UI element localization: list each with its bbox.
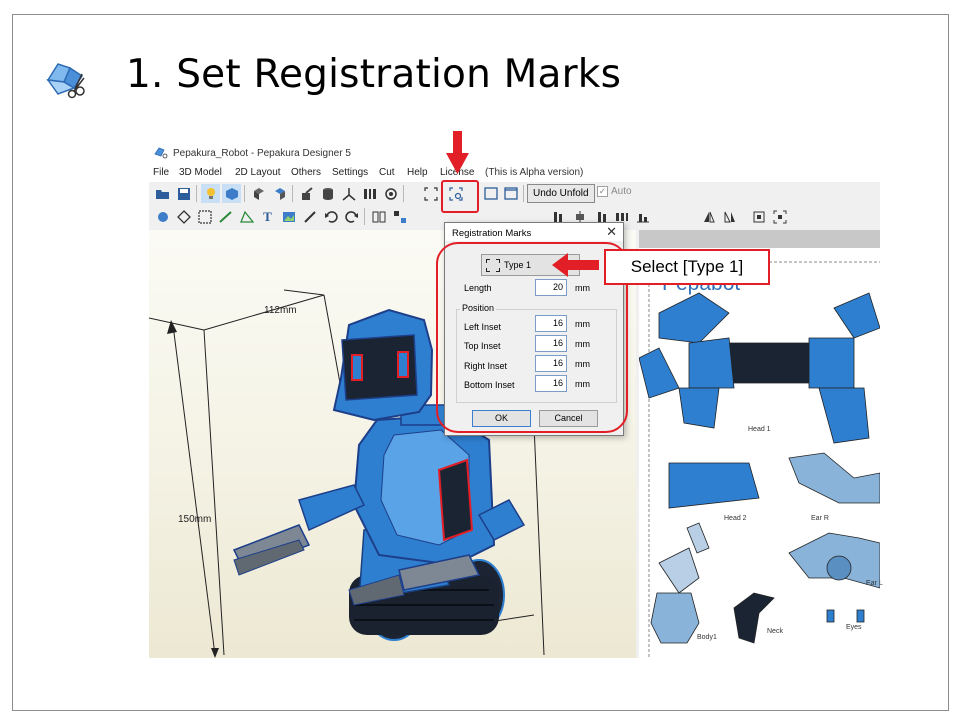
toolbar-separator <box>292 185 293 202</box>
undo-unfold-button[interactable]: Undo Unfold <box>527 184 595 203</box>
part-label-neck: Neck <box>767 628 783 635</box>
pepakura-logo-icon <box>46 63 85 99</box>
part-label-eyes: Eyes <box>846 624 862 631</box>
dialog-title: Registration Marks <box>452 228 532 239</box>
menu-others[interactable]: Others <box>291 167 321 178</box>
auto-checkbox[interactable]: ✓ Auto <box>597 186 632 197</box>
down-arrow-icon <box>446 131 469 174</box>
menu-cut[interactable]: Cut <box>379 167 395 178</box>
save-icon[interactable] <box>174 184 193 203</box>
menu-bar: File 3D Model 2D Layout Others Settings … <box>149 165 880 182</box>
unfold-icon[interactable] <box>369 207 388 226</box>
menu-3d-model[interactable]: 3D Model <box>179 167 222 178</box>
callout-box: Select [Type 1] <box>604 249 770 285</box>
fold-line-icon[interactable] <box>216 207 235 226</box>
open-icon[interactable] <box>153 184 172 203</box>
toolbar-separator <box>244 185 245 202</box>
toolbar-highlight <box>441 180 479 213</box>
left-arrow-icon <box>552 253 599 277</box>
close-icon[interactable]: ✕ <box>606 224 617 240</box>
menu-settings[interactable]: Settings <box>332 167 368 178</box>
part-label-head2: Head 2 <box>724 515 747 522</box>
part-label-ear-r: Ear R <box>811 515 829 522</box>
edge-icon[interactable] <box>360 184 379 203</box>
brush-icon[interactable] <box>297 184 316 203</box>
join-tool-icon[interactable] <box>195 207 214 226</box>
image-tool-icon[interactable] <box>279 207 298 226</box>
text-tool-icon[interactable]: T <box>258 207 277 226</box>
toolbar-separator <box>364 208 365 225</box>
arrange-icon[interactable] <box>390 207 409 226</box>
window-icon[interactable] <box>481 184 500 203</box>
fold-valley-icon[interactable] <box>720 207 739 226</box>
part-label-head1: Head 1 <box>748 426 771 433</box>
pen-icon[interactable] <box>300 207 319 226</box>
auto-label: Auto <box>611 186 632 197</box>
light-icon[interactable] <box>201 184 220 203</box>
flap-icon[interactable] <box>237 207 256 226</box>
unfolded-parts <box>639 261 880 658</box>
2d-view[interactable] <box>639 248 880 658</box>
fold-mountain-icon[interactable] <box>699 207 718 226</box>
redo-icon[interactable] <box>342 207 361 226</box>
check-icon: ✓ <box>597 186 608 197</box>
move-tool-icon[interactable] <box>174 207 193 226</box>
window-titlebar: Pepakura_Robot - Pepakura Designer 5 <box>149 139 880 165</box>
menu-file[interactable]: File <box>153 167 169 178</box>
zoom-page-icon[interactable] <box>770 207 789 226</box>
frame-icon[interactable] <box>421 184 440 203</box>
toolbar-separator <box>403 185 404 202</box>
width-dimension-label: 112mm <box>264 305 297 316</box>
part-label-ear-l: Ear L <box>866 580 883 587</box>
app-icon <box>154 147 168 159</box>
part-label-body1: Body1 <box>697 634 717 641</box>
rotate-icon[interactable] <box>249 184 268 203</box>
window-full-icon[interactable] <box>501 184 520 203</box>
height-dimension-label: 150mm <box>178 514 212 525</box>
view-icon[interactable] <box>381 184 400 203</box>
alpha-note: (This is Alpha version) <box>485 167 584 178</box>
menu-2d-layout[interactable]: 2D Layout <box>235 167 281 178</box>
select-tool-icon[interactable] <box>153 207 172 226</box>
cylinder-icon[interactable] <box>318 184 337 203</box>
menu-help[interactable]: Help <box>407 167 428 178</box>
toolbar-separator <box>523 185 524 202</box>
texture-icon[interactable] <box>222 184 241 203</box>
undo-icon[interactable] <box>321 207 340 226</box>
window-title: Pepakura_Robot - Pepakura Designer 5 <box>173 148 351 159</box>
flip-icon[interactable] <box>270 184 289 203</box>
toolbar-separator <box>196 185 197 202</box>
slide-title: 1. Set Registration Marks <box>126 52 622 97</box>
zoom-fit-icon[interactable] <box>749 207 768 226</box>
toolbar-main: Undo Unfold ✓ Auto <box>149 182 880 205</box>
axis-icon[interactable] <box>339 184 358 203</box>
bottom-align-icon[interactable] <box>633 207 652 226</box>
